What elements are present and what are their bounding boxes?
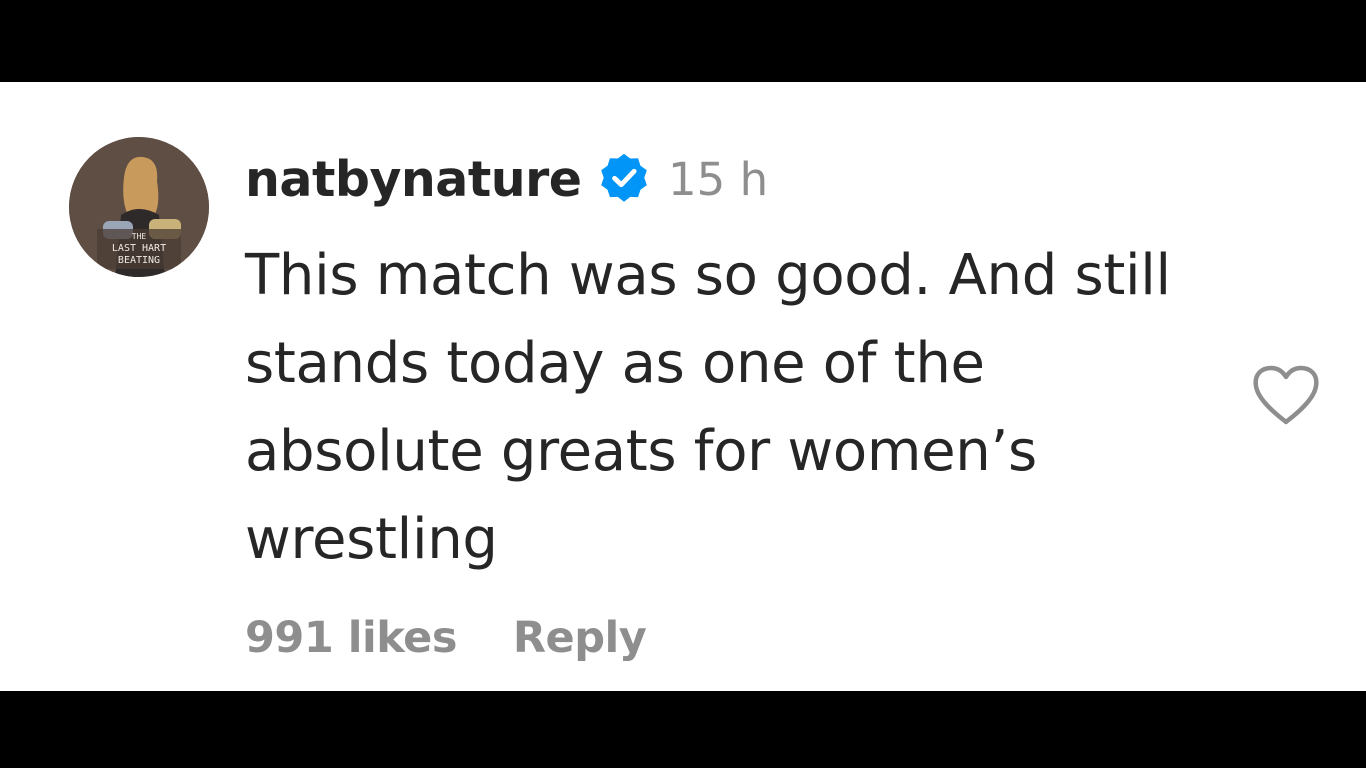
comment-actions: 991 likes Reply <box>245 608 647 668</box>
comment-text: This match was so good. And still stands… <box>245 243 1171 572</box>
avatar-caption-1: THE <box>132 232 147 241</box>
reply-button[interactable]: Reply <box>513 613 647 663</box>
username[interactable]: natbynature <box>245 150 582 210</box>
likes-count[interactable]: 991 likes <box>245 613 457 663</box>
letterbox-bottom <box>0 691 1366 768</box>
timestamp[interactable]: 15 h <box>668 150 768 210</box>
comment-panel: THE LAST HART BEATING natbynature 15 h T… <box>0 82 1366 691</box>
avatar-caption-2: LAST HART <box>112 243 166 254</box>
avatar[interactable]: THE LAST HART BEATING <box>69 137 209 277</box>
avatar-image: THE LAST HART BEATING <box>69 137 209 277</box>
heart-outline-icon[interactable] <box>1250 364 1322 428</box>
avatar-caption-3: BEATING <box>118 255 160 266</box>
letterbox-top <box>0 0 1366 82</box>
verified-badge-icon <box>597 151 651 205</box>
